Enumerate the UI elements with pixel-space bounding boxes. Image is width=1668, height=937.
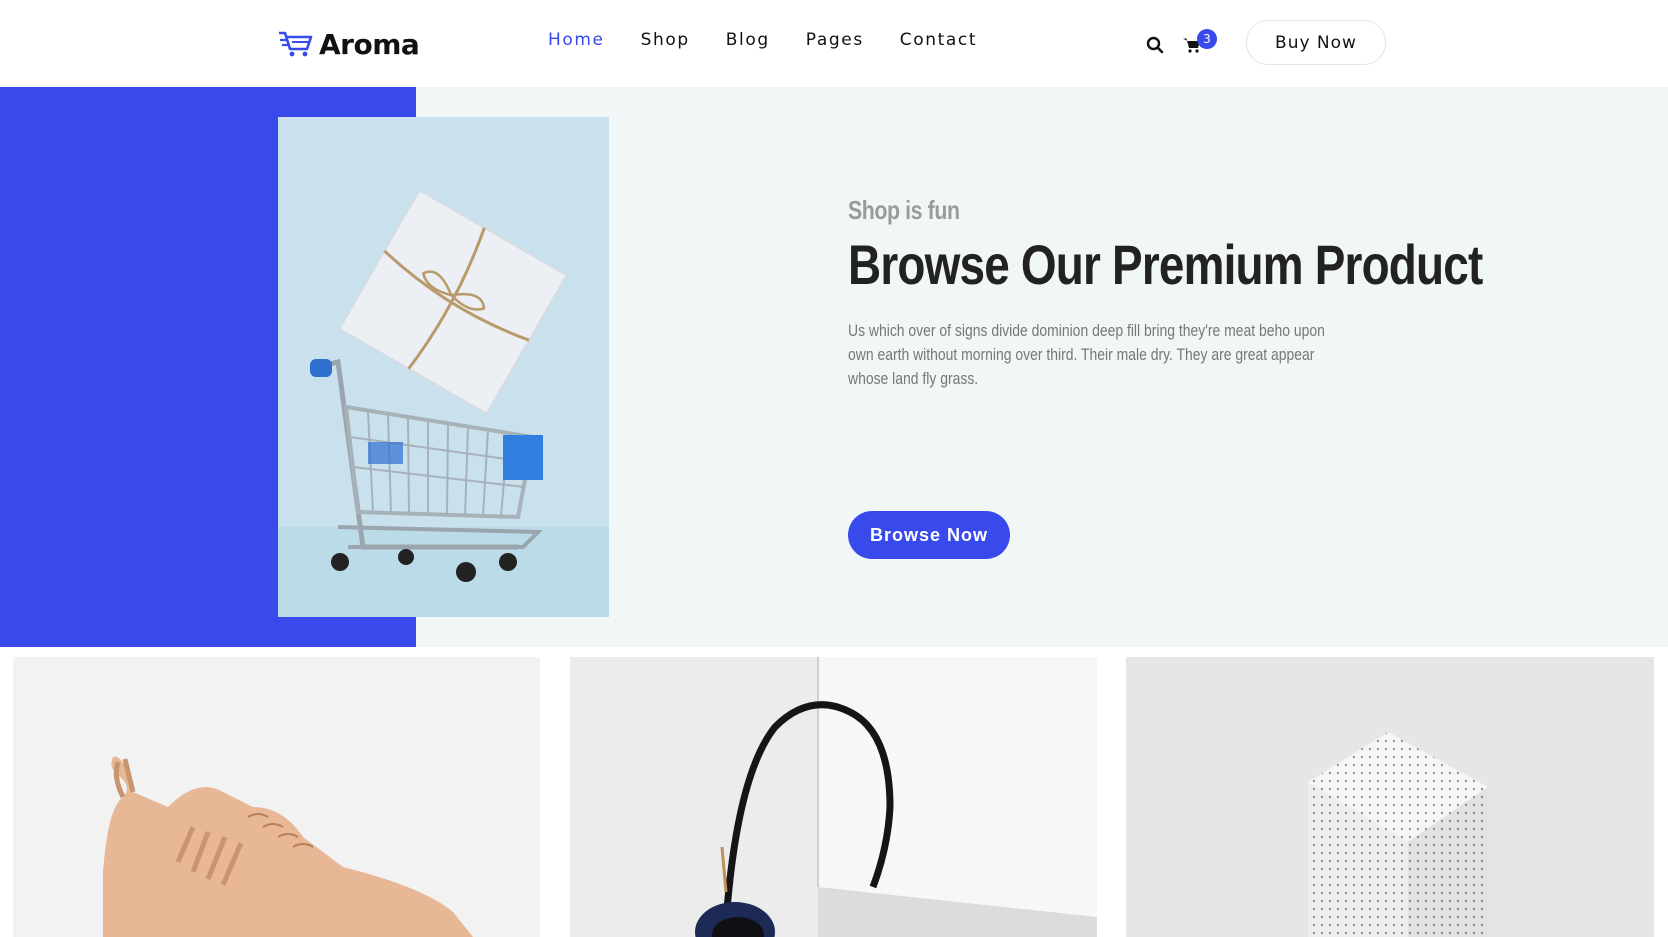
cart-logo-icon bbox=[279, 31, 313, 57]
product-card-cube[interactable] bbox=[1126, 657, 1654, 937]
search-button[interactable] bbox=[1144, 34, 1166, 56]
headphones-image bbox=[570, 657, 1097, 937]
hero-description: Us which over of signs divide dominion d… bbox=[848, 321, 1325, 388]
nav-home[interactable]: Home bbox=[548, 30, 605, 50]
logo-text: Aroma bbox=[319, 27, 420, 61]
logo[interactable]: Aroma bbox=[277, 24, 420, 64]
hero-content: Shop is fun Browse Our Premium Product U… bbox=[848, 195, 1483, 391]
search-icon bbox=[1146, 36, 1164, 54]
nav-blog[interactable]: Blog bbox=[726, 30, 770, 50]
main-nav: Home Shop Blog Pages Contact bbox=[548, 30, 1013, 50]
shopping-cart-illustration bbox=[278, 117, 609, 617]
hero-image bbox=[278, 117, 609, 617]
hero-subtitle: Shop is fun bbox=[848, 195, 960, 225]
nav-shop[interactable]: Shop bbox=[641, 30, 690, 50]
browse-now-button[interactable]: Browse Now bbox=[848, 511, 1010, 559]
nav-contact[interactable]: Contact bbox=[900, 30, 977, 50]
cart-count-badge: 3 bbox=[1197, 29, 1217, 49]
nav-pages[interactable]: Pages bbox=[806, 30, 864, 50]
buy-now-button[interactable]: Buy Now bbox=[1246, 20, 1386, 65]
hero-banner: Shop is fun Browse Our Premium Product U… bbox=[0, 87, 1668, 647]
product-card-sneaker[interactable] bbox=[13, 657, 540, 937]
hero-title: Browse Our Premium Product bbox=[848, 233, 1483, 296]
product-card-headphones[interactable] bbox=[570, 657, 1097, 937]
site-header: Aroma Home Shop Blog Pages Contact 3 Buy… bbox=[0, 0, 1668, 87]
sneaker-image bbox=[13, 657, 540, 937]
cube-image bbox=[1126, 657, 1654, 937]
